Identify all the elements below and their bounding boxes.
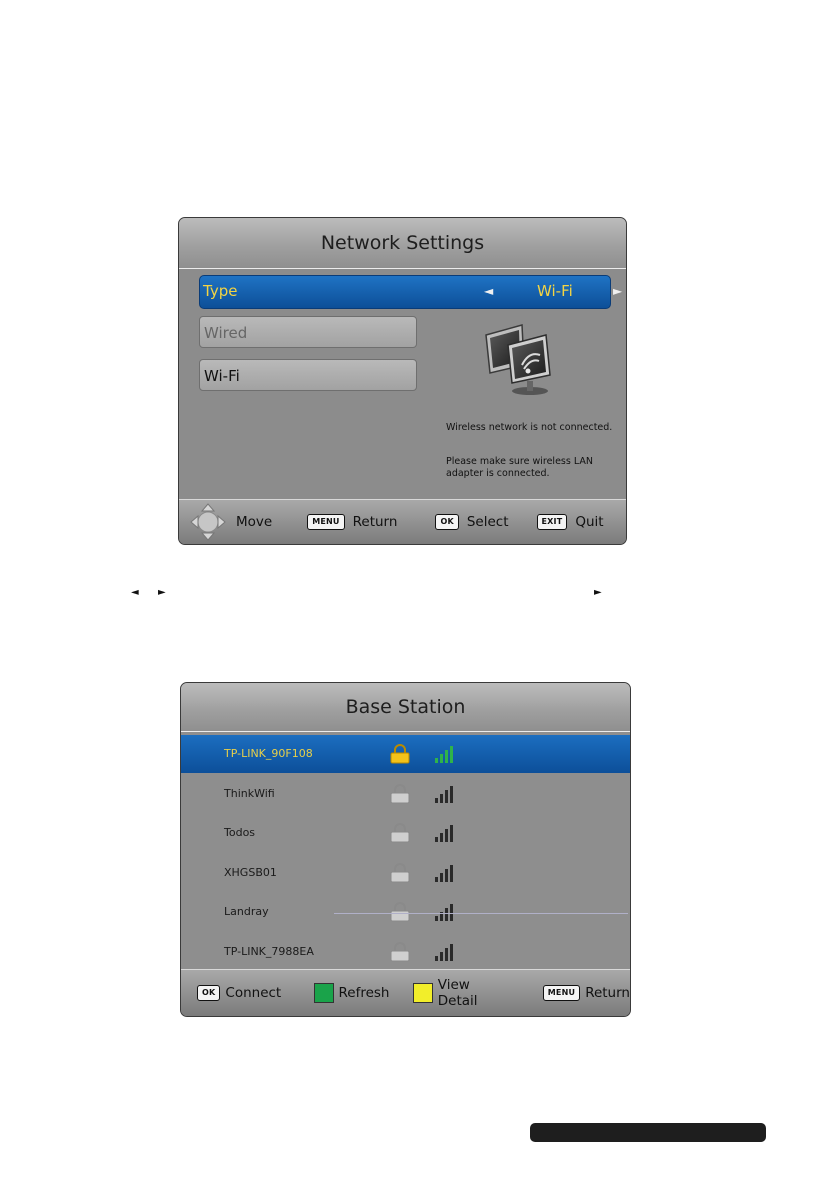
signal-strength-icon bbox=[435, 864, 453, 882]
dpad-icon bbox=[190, 503, 226, 541]
type-selector[interactable]: Type ◄ Wi-Fi ► bbox=[199, 275, 622, 309]
page-footer-bar bbox=[530, 1123, 766, 1142]
network-name: Todos bbox=[224, 826, 256, 839]
refresh-hint: Refresh bbox=[338, 985, 390, 1001]
arrow-right-glyph: ► bbox=[158, 587, 166, 598]
menu-key-icon: MENU bbox=[542, 985, 581, 1001]
network-settings-panel: Network Settings Type ◄ Wi-Fi ► Wired Wi… bbox=[178, 217, 627, 545]
network-name: Landray bbox=[224, 905, 269, 918]
panel-footer: OK Connect Refresh View Detail MENU Retu… bbox=[181, 969, 630, 1016]
lock-icon bbox=[390, 862, 410, 882]
return-hint: Return bbox=[585, 985, 630, 1001]
exit-key-icon: EXIT bbox=[536, 514, 568, 530]
connection-status-text: Wireless network is not connected. bbox=[446, 422, 613, 433]
network-row[interactable]: Todos bbox=[181, 814, 630, 852]
lock-icon bbox=[390, 823, 410, 843]
network-name: ThinkWifi bbox=[224, 786, 275, 800]
type-label: Type bbox=[203, 282, 238, 300]
panel-title: Base Station bbox=[181, 683, 630, 732]
return-hint: Return bbox=[352, 514, 398, 530]
arrow-left-glyph: ◄ bbox=[131, 587, 139, 598]
signal-strength-icon bbox=[435, 904, 453, 921]
hint-line-1: Please make sure wireless LAN bbox=[446, 456, 593, 467]
signal-strength-icon bbox=[435, 746, 453, 763]
signal-strength-icon bbox=[435, 943, 453, 961]
base-station-panel: Base Station TP-LINK_90F108 ThinkWifi Todo… bbox=[180, 682, 631, 1017]
yellow-key-icon bbox=[413, 983, 433, 1003]
arrow-left-icon[interactable]: ◄ bbox=[484, 284, 493, 298]
green-key-icon bbox=[314, 983, 334, 1003]
panel-footer: Move MENU Return OK Select EXIT Quit bbox=[179, 499, 626, 544]
lock-icon bbox=[390, 941, 410, 961]
menu-key-icon: MENU bbox=[307, 514, 345, 530]
lock-icon bbox=[390, 744, 410, 764]
ok-key-icon: OK bbox=[197, 985, 221, 1001]
network-row[interactable]: Landray bbox=[181, 893, 630, 931]
network-name: XHGSB01 bbox=[224, 865, 277, 879]
network-name: TP-LINK_7988EA bbox=[224, 944, 314, 958]
signal-strength-icon bbox=[435, 825, 453, 842]
lock-icon bbox=[390, 902, 410, 922]
option-wifi[interactable]: Wi-Fi bbox=[199, 359, 417, 391]
view-detail-hint: View Detail bbox=[437, 977, 478, 1009]
hint-line-2: adapter is connected. bbox=[446, 468, 550, 479]
move-hint: Move bbox=[236, 514, 273, 530]
network-row[interactable]: XHGSB01 bbox=[181, 854, 630, 892]
arrow-right-icon[interactable]: ► bbox=[613, 284, 622, 298]
network-row[interactable]: TP-LINK_7988EA bbox=[181, 933, 630, 971]
network-row[interactable]: ThinkWifi bbox=[181, 775, 630, 813]
network-name: TP-LINK_90F108 bbox=[224, 747, 313, 760]
network-row[interactable]: TP-LINK_90F108 bbox=[181, 735, 630, 773]
option-wired[interactable]: Wired bbox=[199, 316, 417, 348]
signal-strength-icon bbox=[435, 785, 453, 803]
connect-hint: Connect bbox=[225, 985, 282, 1001]
lock-icon bbox=[390, 783, 410, 803]
panel-title: Network Settings bbox=[179, 218, 626, 269]
ok-key-icon: OK bbox=[435, 514, 459, 530]
type-value: Wi-Fi bbox=[537, 282, 573, 300]
select-hint: Select bbox=[466, 514, 509, 530]
wireless-monitor-icon bbox=[485, 324, 551, 395]
arrow-right-glyph-2: ► bbox=[594, 587, 602, 598]
divider-line bbox=[334, 913, 628, 914]
quit-hint: Quit bbox=[575, 514, 604, 530]
